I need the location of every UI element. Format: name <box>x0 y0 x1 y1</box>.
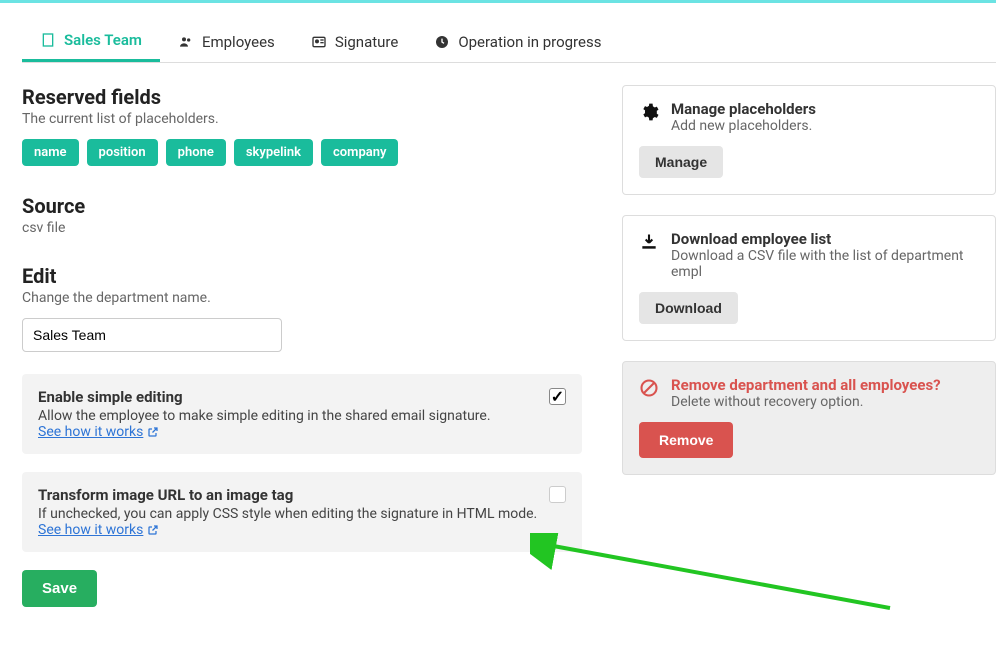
tab-sales-team[interactable]: Sales Team <box>22 21 160 62</box>
option-title: Enable simple editing <box>38 388 566 406</box>
placeholder-pills: name position phone skypelink company <box>22 139 582 166</box>
tab-label: Operation in progress <box>458 33 601 51</box>
card-sub: Download a CSV file with the list of dep… <box>671 248 979 280</box>
transform-image-checkbox[interactable] <box>549 486 566 503</box>
option-transform-image: Transform image URL to an image tag If u… <box>22 472 582 552</box>
tab-operation[interactable]: Operation in progress <box>416 21 619 62</box>
tab-label: Sales Team <box>64 31 142 49</box>
card-title: Download employee list <box>671 230 979 248</box>
tabs: Sales Team Employees Signature Operation… <box>22 21 996 63</box>
tab-signature[interactable]: Signature <box>293 21 417 62</box>
reserved-sub: The current list of placeholders. <box>22 111 582 127</box>
edit-sub: Change the department name. <box>22 290 582 306</box>
pill-skypelink[interactable]: skypelink <box>234 139 313 166</box>
link-text: See how it works <box>38 522 143 538</box>
download-icon <box>639 232 659 252</box>
card-title: Manage placeholders <box>671 100 816 118</box>
simple-editing-checkbox[interactable] <box>549 388 566 405</box>
edit-title: Edit <box>22 264 582 288</box>
source-value: csv file <box>22 220 582 236</box>
pill-name[interactable]: name <box>22 139 79 166</box>
download-button[interactable]: Download <box>639 292 738 324</box>
forbidden-icon <box>639 378 659 398</box>
save-button[interactable]: Save <box>22 570 97 607</box>
external-link-icon <box>147 426 159 438</box>
download-employee-card: Download employee list Download a CSV fi… <box>622 215 996 341</box>
department-name-input[interactable] <box>22 318 282 352</box>
pill-company[interactable]: company <box>321 139 398 166</box>
see-how-link-2[interactable]: See how it works <box>38 522 159 538</box>
clock-icon <box>434 34 450 50</box>
link-text: See how it works <box>38 424 143 440</box>
card-sub: Delete without recovery option. <box>671 394 941 410</box>
card-title: Remove department and all employees? <box>671 376 941 394</box>
see-how-link[interactable]: See how it works <box>38 424 159 440</box>
pill-phone[interactable]: phone <box>166 139 226 166</box>
remove-button[interactable]: Remove <box>639 422 733 458</box>
manage-button[interactable]: Manage <box>639 146 723 178</box>
users-icon <box>178 34 194 50</box>
external-link-icon <box>147 524 159 536</box>
remove-department-card: Remove department and all employees? Del… <box>622 361 996 475</box>
card-sub: Add new placeholders. <box>671 118 816 134</box>
id-card-icon <box>311 34 327 50</box>
tab-label: Signature <box>335 33 399 51</box>
option-simple-editing: Enable simple editing Allow the employee… <box>22 374 582 454</box>
tab-employees[interactable]: Employees <box>160 21 293 62</box>
tab-label: Employees <box>202 33 275 51</box>
pill-position[interactable]: position <box>87 139 158 166</box>
option-desc: If unchecked, you can apply CSS style wh… <box>38 506 566 538</box>
reserved-title: Reserved fields <box>22 85 582 109</box>
manage-placeholders-card: Manage placeholders Add new placeholders… <box>622 85 996 195</box>
building-icon <box>40 32 56 48</box>
gear-icon <box>639 102 659 122</box>
source-title: Source <box>22 194 582 218</box>
option-title: Transform image URL to an image tag <box>38 486 566 504</box>
option-desc: Allow the employee to make simple editin… <box>38 408 566 424</box>
